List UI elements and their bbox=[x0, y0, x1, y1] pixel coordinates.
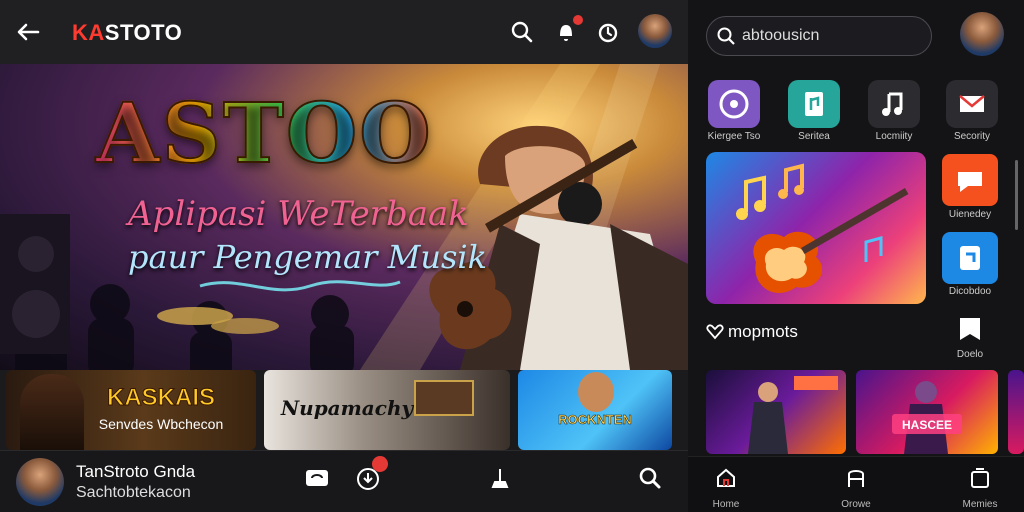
side-profile-avatar[interactable] bbox=[960, 12, 1004, 56]
app-tile-music-note[interactable] bbox=[868, 80, 920, 128]
card-artwork bbox=[578, 372, 614, 412]
flag-icon bbox=[960, 318, 980, 340]
search-icon bbox=[717, 27, 735, 45]
side-app-label: Doelo bbox=[956, 349, 984, 360]
featured-guitar-card[interactable] bbox=[706, 152, 926, 304]
game-title: HASCEE bbox=[901, 418, 952, 432]
hero-subtitle-2: paur Pengemar Musik bbox=[128, 238, 488, 276]
app-label: Secority bbox=[953, 131, 991, 142]
app-logo[interactable]: KASTOTO bbox=[72, 20, 182, 46]
search-icon[interactable] bbox=[508, 18, 536, 46]
disc-icon bbox=[719, 89, 749, 119]
hero-banner[interactable]: ASTOO Aplipasi WeTerbaak paur Pengemar M… bbox=[0, 64, 688, 370]
chat-icon bbox=[958, 172, 982, 192]
now-playing-title: TanStroto Gnda bbox=[76, 462, 196, 481]
nav-home[interactable]: Home bbox=[696, 466, 756, 510]
queue-icon bbox=[971, 468, 989, 488]
search-query: abtoousicn bbox=[742, 27, 820, 44]
loop-icon[interactable] bbox=[303, 464, 331, 492]
app-tile-music-book[interactable] bbox=[788, 80, 840, 128]
guitar-artwork bbox=[736, 163, 909, 293]
music-book-icon bbox=[805, 92, 823, 116]
now-playing-avatar[interactable] bbox=[16, 458, 64, 506]
history-icon[interactable] bbox=[594, 18, 622, 46]
hero-title: ASTOO bbox=[95, 85, 433, 183]
library-icon bbox=[848, 470, 864, 487]
app-label: Locmiity bbox=[875, 131, 913, 142]
mail-icon bbox=[959, 95, 985, 112]
app-tile-disc[interactable] bbox=[708, 80, 760, 128]
card-artwork bbox=[414, 380, 474, 416]
card-title: KASKAIS bbox=[106, 384, 215, 412]
back-arrow-icon[interactable] bbox=[14, 18, 42, 46]
nav-library[interactable]: Orowe bbox=[826, 466, 886, 510]
game-card[interactable]: HASCEE bbox=[856, 370, 998, 454]
featured-row: KASKAIS Senvdes Wbchecon Nupamachy ROCKN… bbox=[0, 370, 688, 450]
game-card[interactable] bbox=[1008, 370, 1024, 454]
hero-subtitle-1: Aplipasi WeTerbaak bbox=[128, 194, 469, 234]
card-title: ROCKNTEN bbox=[558, 412, 632, 428]
section-title: mopmots bbox=[728, 322, 798, 341]
app-label: Seritea bbox=[798, 131, 830, 142]
side-app-chat[interactable] bbox=[942, 154, 998, 206]
featured-card[interactable]: Nupamachy bbox=[264, 370, 510, 450]
now-playing-subtitle: Sachtobtekacon bbox=[76, 484, 191, 501]
nav-label: Home bbox=[712, 499, 740, 510]
music-note-icon bbox=[882, 92, 903, 116]
notification-icon[interactable] bbox=[552, 15, 583, 46]
nav-label: Memies bbox=[962, 499, 998, 510]
app-label: Kiergee Tso bbox=[707, 131, 761, 142]
game-artwork bbox=[892, 381, 962, 454]
game-card[interactable] bbox=[706, 370, 846, 454]
featured-card[interactable]: ROCKNTEN bbox=[518, 370, 672, 450]
featured-card[interactable]: KASKAIS Senvdes Wbchecon bbox=[6, 370, 256, 450]
share-icon bbox=[960, 246, 980, 270]
profile-avatar[interactable] bbox=[638, 14, 672, 48]
download-badge bbox=[372, 456, 388, 472]
side-app-label: Dicobdoo bbox=[948, 286, 992, 297]
download-icon[interactable] bbox=[354, 456, 388, 492]
home-icon bbox=[717, 468, 735, 487]
game-artwork bbox=[748, 376, 838, 454]
notification-dot bbox=[573, 15, 583, 25]
nav-label: Orowe bbox=[841, 499, 871, 510]
search-icon[interactable] bbox=[636, 464, 664, 492]
nav-queue[interactable]: Memies bbox=[950, 466, 1010, 510]
scrollbar[interactable] bbox=[1015, 160, 1018, 230]
card-subtitle: Senvdes Wbchecon bbox=[98, 416, 224, 432]
equalizer-icon[interactable] bbox=[486, 464, 514, 492]
app-tile-mail[interactable] bbox=[946, 80, 998, 128]
side-app-label: Uienedey bbox=[948, 209, 992, 220]
side-app-share[interactable] bbox=[942, 232, 998, 284]
heart-icon bbox=[706, 324, 724, 340]
